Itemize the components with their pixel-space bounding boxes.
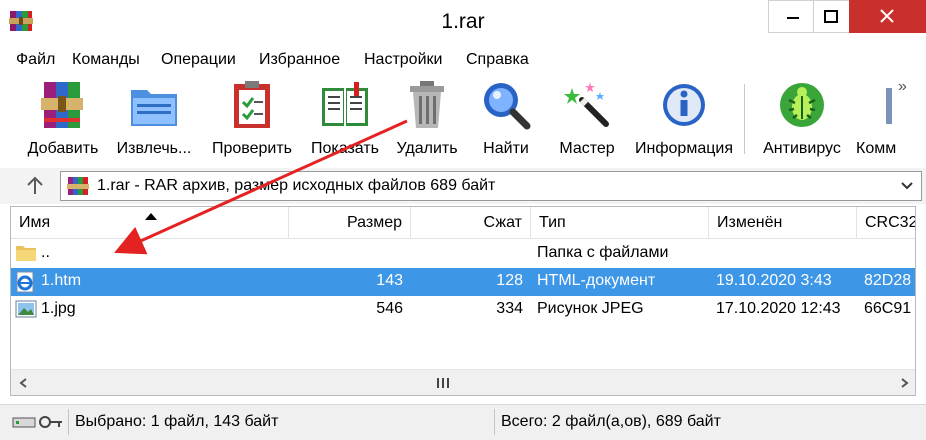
cell-packed: 334: [496, 300, 523, 317]
address-field[interactable]: 1.rar - RAR архив, размер исходных файло…: [60, 171, 922, 201]
status-total: Всего: 2 файл(а,ов), 689 байт: [494, 409, 914, 435]
file-list[interactable]: Имя Размер Сжат Тип Изменён CRC32 .. Пап…: [10, 206, 916, 396]
address-text: 1.rar - RAR архив, размер исходных файло…: [97, 177, 496, 194]
antivirus-label: Антивирус: [763, 140, 841, 157]
drive-key-icon[interactable]: [12, 411, 64, 433]
book-view-icon: [322, 82, 368, 126]
sort-ascending-icon: [145, 213, 157, 220]
ie-document-icon: [16, 271, 34, 293]
antivirus-button[interactable]: Антивирус: [752, 76, 852, 164]
wizard-label: Мастер: [559, 140, 615, 157]
clipboard-check-icon: [234, 81, 270, 128]
cell-crc: 82D28: [864, 272, 912, 289]
cell-name: 1.htm: [41, 272, 82, 289]
cell-modified: 17.10.2020 12:43: [716, 300, 841, 317]
add-label: Добавить: [27, 140, 99, 157]
table-row[interactable]: 1.jpg 546 334 Рисунок JPEG 17.10.2020 12…: [11, 296, 915, 324]
cell-name: ..: [41, 244, 50, 261]
info-label: Информация: [635, 140, 733, 157]
close-icon: [880, 9, 894, 23]
jpeg-image-icon: [15, 300, 37, 318]
maximize-icon: [824, 10, 838, 23]
menu-operations[interactable]: Операции: [161, 51, 236, 69]
cell-packed: 128: [496, 272, 523, 289]
menu-file[interactable]: Файл: [16, 51, 55, 69]
column-crc[interactable]: CRC32: [857, 207, 915, 239]
menu-favorites[interactable]: Избранное: [259, 51, 340, 69]
wizard-button[interactable]: Мастер: [550, 76, 624, 164]
extract-label: Извлечь...: [116, 140, 192, 157]
cell-size: 143: [376, 272, 403, 289]
add-button[interactable]: Добавить: [20, 76, 106, 164]
test-button[interactable]: Проверить: [204, 76, 300, 164]
menu-settings[interactable]: Настройки: [364, 51, 442, 69]
cell-type: Рисунок JPEG: [537, 300, 644, 317]
delete-button[interactable]: Удалить: [390, 76, 464, 164]
comment-button[interactable]: Комм: [856, 76, 896, 164]
magnifier-icon: [484, 83, 531, 130]
chevron-double-right-icon[interactable]: »: [898, 78, 907, 96]
menu-help[interactable]: Справка: [466, 51, 529, 69]
extract-button[interactable]: Извлечь...: [108, 76, 200, 164]
find-label: Найти: [483, 140, 529, 157]
column-packed[interactable]: Сжат: [411, 207, 531, 239]
status-selected: Выбрано: 1 файл, 143 байт: [68, 409, 493, 435]
menu-bar: Файл Команды Операции Избранное Настройк…: [0, 46, 926, 74]
view-label: Показать: [310, 140, 379, 157]
scroll-left-icon[interactable]: [17, 376, 31, 390]
chevron-down-icon[interactable]: [899, 178, 915, 194]
cell-name: 1.jpg: [41, 300, 76, 317]
folder-icon: [16, 246, 36, 261]
title-bar: 1.rar: [0, 0, 926, 44]
column-name-label: Имя: [19, 214, 51, 231]
minimize-button[interactable]: [768, 0, 818, 33]
menu-commands[interactable]: Команды: [72, 51, 140, 69]
test-label: Проверить: [211, 140, 292, 157]
comment-icon: [886, 88, 892, 124]
toolbar: Добавить Извлечь... Проверить Показать У…: [0, 76, 926, 166]
scrollbar-thumb-grip[interactable]: [423, 374, 463, 392]
minimize-icon: [787, 17, 799, 19]
view-button[interactable]: Показать: [304, 76, 386, 164]
column-name[interactable]: Имя: [11, 207, 289, 239]
column-size[interactable]: Размер: [289, 207, 411, 239]
close-button[interactable]: [849, 0, 926, 33]
delete-label: Удалить: [396, 140, 458, 157]
comment-label: Комм: [856, 140, 896, 157]
trash-can-icon: [410, 81, 444, 128]
column-modified[interactable]: Изменён: [709, 207, 857, 239]
table-row-selected[interactable]: 1.htm 143 128 HTML-документ 19.10.2020 3…: [11, 268, 915, 296]
status-bar: Выбрано: 1 файл, 143 байт Всего: 2 файл(…: [0, 404, 926, 440]
column-header-row: Имя Размер Сжат Тип Изменён CRC32: [11, 207, 915, 239]
up-folder-button[interactable]: [22, 174, 48, 198]
horizontal-scrollbar[interactable]: [11, 369, 915, 395]
info-icon: [663, 84, 705, 126]
magic-wand-icon: [564, 82, 609, 127]
cell-size: 546: [376, 300, 403, 317]
address-row: 1.rar - RAR архив, размер исходных файло…: [0, 168, 926, 204]
toolbar-separator: [744, 84, 745, 154]
cell-modified: 19.10.2020 3:43: [716, 272, 832, 289]
bug-icon: [780, 83, 824, 127]
cell-type: HTML-документ: [537, 272, 656, 289]
table-row[interactable]: .. Папка с файлами: [11, 240, 915, 268]
books-add-icon: [41, 82, 83, 128]
folder-extract-icon: [131, 90, 177, 126]
cell-type: Папка с файлами: [537, 244, 669, 261]
find-button[interactable]: Найти: [468, 76, 544, 164]
info-button[interactable]: Информация: [628, 76, 740, 164]
cell-crc: 66C91: [864, 300, 912, 317]
rar-archive-icon: [67, 177, 89, 195]
scroll-right-icon[interactable]: [897, 376, 911, 390]
column-type[interactable]: Тип: [531, 207, 709, 239]
